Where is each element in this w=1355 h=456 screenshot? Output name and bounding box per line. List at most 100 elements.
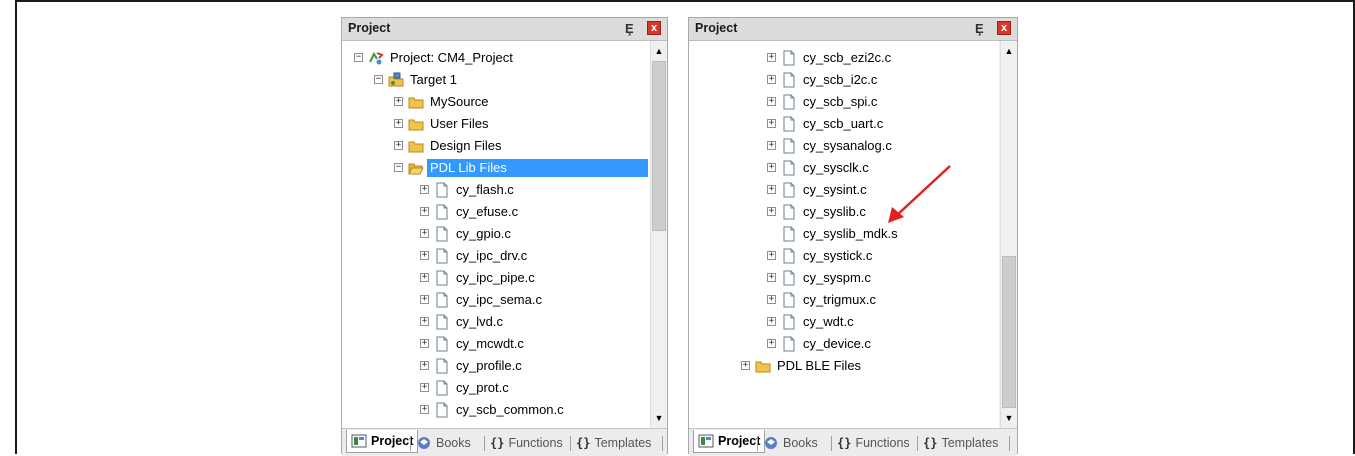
tree-item[interactable]: + cy_ipc_sema.c: [342, 290, 650, 310]
tab-functions[interactable]: {} Functions: [837, 433, 910, 453]
tab-project[interactable]: Project: [693, 430, 766, 453]
tab-separator: [917, 436, 918, 451]
tree-item[interactable]: + cy_mcwdt.c: [342, 334, 650, 354]
collapse-icon[interactable]: −: [394, 163, 403, 172]
expand-icon[interactable]: +: [767, 317, 776, 326]
tab-label: Functions: [855, 436, 910, 450]
scrollbar-thumb[interactable]: [652, 61, 666, 231]
pin-icon[interactable]: Ȩ: [625, 21, 634, 36]
collapse-icon[interactable]: −: [374, 75, 383, 84]
expand-icon[interactable]: +: [767, 273, 776, 282]
expand-icon[interactable]: +: [420, 295, 429, 304]
tree-item[interactable]: + cy_profile.c: [342, 356, 650, 376]
tree-item[interactable]: + cy_device.c: [689, 334, 999, 354]
tree-item[interactable]: + cy_scb_uart.c: [689, 114, 999, 134]
tree-item[interactable]: + cy_ipc_drv.c: [342, 246, 650, 266]
expand-icon[interactable]: +: [767, 119, 776, 128]
tab-project[interactable]: Project: [346, 430, 419, 453]
tree-item-label: cy_syslib.c: [803, 204, 866, 219]
vertical-scrollbar[interactable]: ▲ ▼: [650, 41, 667, 428]
tree-item[interactable]: + cy_wdt.c: [689, 312, 999, 332]
tree-item[interactable]: + User Files: [342, 114, 650, 134]
expand-icon[interactable]: +: [394, 97, 403, 106]
tree-item-label: Target 1: [410, 72, 457, 87]
expand-icon[interactable]: +: [420, 405, 429, 414]
expand-icon[interactable]: +: [420, 383, 429, 392]
expand-icon[interactable]: +: [767, 339, 776, 348]
file-icon: [781, 160, 797, 176]
tree-item-label: cy_sysint.c: [803, 182, 867, 197]
scroll-down-icon[interactable]: ▼: [652, 410, 666, 426]
expand-icon[interactable]: +: [767, 141, 776, 150]
scroll-up-icon[interactable]: ▲: [1002, 43, 1016, 59]
tab-templates[interactable]: {} Templates: [923, 433, 998, 453]
expand-icon[interactable]: +: [767, 185, 776, 194]
tab-templates[interactable]: {} Templates: [576, 433, 651, 453]
scroll-down-icon[interactable]: ▼: [1002, 410, 1016, 426]
expand-icon[interactable]: +: [767, 295, 776, 304]
expand-icon[interactable]: +: [767, 251, 776, 260]
frame-border-left: [15, 0, 17, 454]
tree-item[interactable]: + cy_scb_ezi2c.c: [689, 48, 999, 68]
tab-label: Project: [371, 434, 414, 448]
expand-icon[interactable]: +: [420, 229, 429, 238]
expand-icon[interactable]: +: [767, 207, 776, 216]
tree-item[interactable]: + cy_scb_i2c.c: [689, 70, 999, 90]
tree-item-label: cy_prot.c: [456, 380, 509, 395]
tab-books[interactable]: Books: [763, 433, 818, 453]
tab-functions[interactable]: {} Functions: [490, 433, 563, 453]
tab-label: Templates: [941, 436, 999, 450]
vertical-scrollbar[interactable]: ▲ ▼: [1000, 41, 1017, 428]
tree-item[interactable]: + cy_scb_common.c: [342, 400, 650, 420]
expand-icon[interactable]: +: [394, 119, 403, 128]
tree-item-label: cy_sysclk.c: [803, 160, 869, 175]
expand-icon[interactable]: +: [420, 317, 429, 326]
tree-item[interactable]: − Target 1: [342, 70, 650, 90]
tree-item[interactable]: + cy_prot.c: [342, 378, 650, 398]
scroll-up-icon[interactable]: ▲: [652, 43, 666, 59]
file-icon: [781, 138, 797, 154]
tree-item[interactable]: + cy_syspm.c: [689, 268, 999, 288]
expand-icon[interactable]: +: [420, 251, 429, 260]
tree-item[interactable]: + cy_efuse.c: [342, 202, 650, 222]
expand-icon[interactable]: +: [767, 75, 776, 84]
target-folder-icon: [388, 72, 404, 88]
tree-item[interactable]: − Project: CM4_Project: [342, 48, 650, 68]
expand-icon[interactable]: +: [741, 361, 750, 370]
scrollbar-thumb[interactable]: [1002, 256, 1016, 408]
tree-item-label: Project: CM4_Project: [390, 50, 513, 65]
tree-item[interactable]: + cy_systick.c: [689, 246, 999, 266]
expand-icon[interactable]: +: [767, 163, 776, 172]
folder-icon: [408, 138, 424, 154]
tree-item[interactable]: + cy_flash.c: [342, 180, 650, 200]
expand-icon[interactable]: +: [420, 361, 429, 370]
close-icon[interactable]: x: [997, 21, 1011, 35]
tree-item[interactable]: + cy_sysanalog.c: [689, 136, 999, 156]
expand-icon[interactable]: +: [394, 141, 403, 150]
tree-item[interactable]: + cy_ipc_pipe.c: [342, 268, 650, 288]
expand-icon[interactable]: +: [420, 207, 429, 216]
expand-icon[interactable]: +: [420, 273, 429, 282]
expand-icon[interactable]: +: [767, 53, 776, 62]
close-icon[interactable]: x: [647, 21, 661, 35]
tree-item[interactable]: + PDL BLE Files: [689, 356, 999, 376]
templates-icon: {}: [576, 436, 591, 450]
panel-titlebar: Project Ȩ x: [342, 18, 667, 41]
project-panel-right: Project Ȩ x + cy_scb_ezi2c.c + cy_scb_i2c.c…: [688, 17, 1018, 456]
expand-icon[interactable]: +: [420, 185, 429, 194]
tree-item[interactable]: − PDL Lib Files: [342, 158, 650, 178]
tree-item[interactable]: + cy_gpio.c: [342, 224, 650, 244]
collapse-icon[interactable]: −: [354, 53, 363, 62]
tree-item[interactable]: + MySource: [342, 92, 650, 112]
expand-icon[interactable]: +: [420, 339, 429, 348]
books-icon: [416, 436, 436, 450]
tab-books[interactable]: Books: [416, 433, 471, 453]
tree-item-label: PDL BLE Files: [777, 358, 862, 373]
pin-icon[interactable]: Ȩ: [975, 21, 984, 36]
expand-icon[interactable]: +: [767, 97, 776, 106]
file-icon: [781, 270, 797, 286]
tree-item[interactable]: + cy_lvd.c: [342, 312, 650, 332]
tree-item[interactable]: + cy_scb_spi.c: [689, 92, 999, 112]
tree-item[interactable]: + cy_trigmux.c: [689, 290, 999, 310]
tree-item[interactable]: + Design Files: [342, 136, 650, 156]
